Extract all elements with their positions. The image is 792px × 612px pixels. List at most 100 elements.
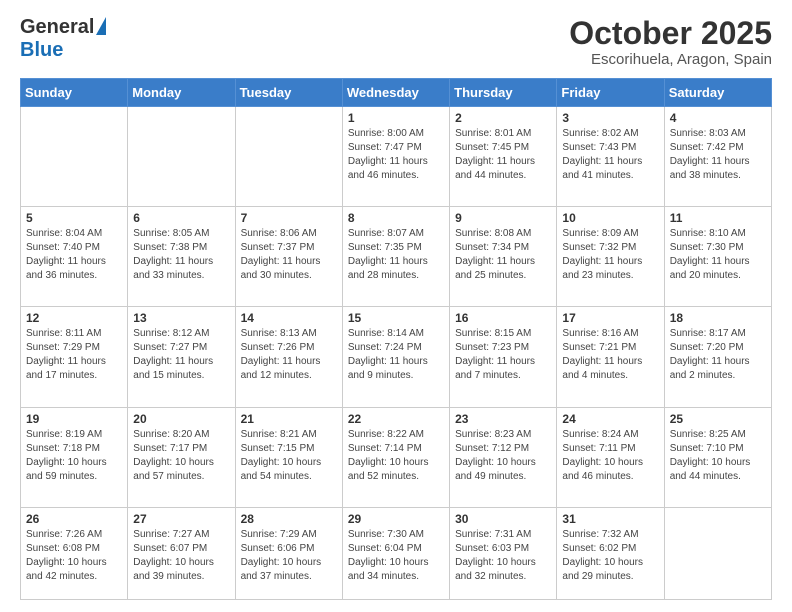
calendar-cell-5-5: 30 Sunrise: 7:31 AM Sunset: 6:03 PM Dayli… — [450, 507, 557, 599]
day-number: 23 — [455, 412, 551, 426]
day-info: Sunrise: 7:32 AM Sunset: 6:02 PM Dayligh… — [562, 528, 658, 584]
calendar-cell-1-1 — [21, 107, 128, 207]
day-info: Sunrise: 8:21 AM Sunset: 7:15 PM Dayligh… — [241, 428, 337, 484]
week-row-4: 19Sunrise: 8:19 AM Sunset: 7:18 PM Dayli… — [21, 407, 772, 507]
day-info: Sunrise: 8:20 AM Sunset: 7:17 PM Dayligh… — [133, 428, 229, 484]
day-number: 19 — [26, 412, 122, 426]
day-number: 11 — [670, 211, 766, 225]
day-info: Sunrise: 8:15 AM Sunset: 7:23 PM Dayligh… — [455, 327, 551, 383]
day-number: 21 — [241, 412, 337, 426]
calendar-cell-4-4: 22 Sunrise: 8:22 AM Sunset: 7:14 PM Dayli… — [342, 407, 449, 507]
day-info: Sunrise: 8:11 AM Sunset: 7:29 PM Dayligh… — [26, 327, 122, 383]
day-info: Sunrise: 8:17 AM Sunset: 7:20 PM Dayligh… — [670, 327, 766, 383]
title-area: October 2025 Escorihuela, Aragon, Spain — [569, 16, 772, 68]
day-header-friday: Friday — [557, 79, 664, 107]
day-number: 17 — [562, 311, 658, 325]
day-header-sunday: Sunday — [21, 79, 128, 107]
calendar-cell-5-7 — [664, 507, 771, 599]
day-info: Sunrise: 8:01 AM Sunset: 7:45 PM Dayligh… — [455, 127, 551, 183]
calendar-cell-2-5: 9 Sunrise: 8:08 AM Sunset: 7:34 PM Daylig… — [450, 207, 557, 307]
calendar-cell-1-2 — [128, 107, 235, 207]
week-row-3: 12Sunrise: 8:11 AM Sunset: 7:29 PM Dayli… — [21, 307, 772, 407]
day-info: Sunrise: 8:03 AM Sunset: 7:42 PM Dayligh… — [670, 127, 766, 183]
calendar-cell-3-4: 15Sunrise: 8:14 AM Sunset: 7:24 PM Dayli… — [342, 307, 449, 407]
calendar-cell-2-7: 11 Sunrise: 8:10 AM Sunset: 7:30 PM Dayli… — [664, 207, 771, 307]
day-info: Sunrise: 8:14 AM Sunset: 7:24 PM Dayligh… — [348, 327, 444, 383]
day-info: Sunrise: 8:23 AM Sunset: 7:12 PM Dayligh… — [455, 428, 551, 484]
day-number: 24 — [562, 412, 658, 426]
day-number: 5 — [26, 211, 122, 225]
day-info: Sunrise: 7:30 AM Sunset: 6:04 PM Dayligh… — [348, 528, 444, 584]
location: Escorihuela, Aragon, Spain — [569, 51, 772, 68]
logo-general: General — [20, 16, 94, 39]
calendar-cell-3-6: 17 Sunrise: 8:16 AM Sunset: 7:21 PM Dayli… — [557, 307, 664, 407]
day-number: 14 — [241, 311, 337, 325]
logo: General Blue — [20, 16, 106, 62]
day-number: 30 — [455, 512, 551, 526]
month-title: October 2025 — [569, 16, 772, 51]
day-number: 22 — [348, 412, 444, 426]
calendar-cell-2-2: 6Sunrise: 8:05 AM Sunset: 7:38 PM Daylig… — [128, 207, 235, 307]
day-header-monday: Monday — [128, 79, 235, 107]
calendar-cell-2-4: 8Sunrise: 8:07 AM Sunset: 7:35 PM Daylig… — [342, 207, 449, 307]
day-info: Sunrise: 8:16 AM Sunset: 7:21 PM Dayligh… — [562, 327, 658, 383]
day-header-thursday: Thursday — [450, 79, 557, 107]
day-header-wednesday: Wednesday — [342, 79, 449, 107]
day-number: 9 — [455, 211, 551, 225]
calendar-cell-3-2: 13 Sunrise: 8:12 AM Sunset: 7:27 PM Dayli… — [128, 307, 235, 407]
calendar-cell-1-5: 2Sunrise: 8:01 AM Sunset: 7:45 PM Daylig… — [450, 107, 557, 207]
day-number: 10 — [562, 211, 658, 225]
day-number: 4 — [670, 111, 766, 125]
page: General Blue October 2025 Escorihuela, A… — [0, 0, 792, 612]
calendar-cell-4-1: 19Sunrise: 8:19 AM Sunset: 7:18 PM Dayli… — [21, 407, 128, 507]
calendar-cell-5-1: 26 Sunrise: 7:26 AM Sunset: 6:08 PM Dayli… — [21, 507, 128, 599]
calendar-cell-4-6: 24 Sunrise: 8:24 AM Sunset: 7:11 PM Dayli… — [557, 407, 664, 507]
calendar-cell-3-5: 16Sunrise: 8:15 AM Sunset: 7:23 PM Dayli… — [450, 307, 557, 407]
day-info: Sunrise: 8:10 AM Sunset: 7:30 PM Dayligh… — [670, 227, 766, 283]
calendar-cell-1-7: 4 Sunrise: 8:03 AM Sunset: 7:42 PM Daylig… — [664, 107, 771, 207]
calendar-cell-5-2: 27Sunrise: 7:27 AM Sunset: 6:07 PM Dayli… — [128, 507, 235, 599]
day-number: 7 — [241, 211, 337, 225]
day-info: Sunrise: 8:05 AM Sunset: 7:38 PM Dayligh… — [133, 227, 229, 283]
day-number: 18 — [670, 311, 766, 325]
day-number: 29 — [348, 512, 444, 526]
header: General Blue October 2025 Escorihuela, A… — [20, 16, 772, 68]
calendar-cell-5-3: 28 Sunrise: 7:29 AM Sunset: 6:06 PM Dayli… — [235, 507, 342, 599]
day-info: Sunrise: 8:02 AM Sunset: 7:43 PM Dayligh… — [562, 127, 658, 183]
day-info: Sunrise: 7:31 AM Sunset: 6:03 PM Dayligh… — [455, 528, 551, 584]
day-info: Sunrise: 7:26 AM Sunset: 6:08 PM Dayligh… — [26, 528, 122, 584]
calendar-header-row: SundayMondayTuesdayWednesdayThursdayFrid… — [21, 79, 772, 107]
day-info: Sunrise: 8:22 AM Sunset: 7:14 PM Dayligh… — [348, 428, 444, 484]
calendar-table: SundayMondayTuesdayWednesdayThursdayFrid… — [20, 78, 772, 600]
day-number: 20 — [133, 412, 229, 426]
week-row-1: 1 Sunrise: 8:00 AM Sunset: 7:47 PM Daylig… — [21, 107, 772, 207]
day-header-saturday: Saturday — [664, 79, 771, 107]
calendar-cell-4-5: 23 Sunrise: 8:23 AM Sunset: 7:12 PM Dayli… — [450, 407, 557, 507]
week-row-2: 5 Sunrise: 8:04 AM Sunset: 7:40 PM Daylig… — [21, 207, 772, 307]
calendar-cell-4-7: 25 Sunrise: 8:25 AM Sunset: 7:10 PM Dayli… — [664, 407, 771, 507]
day-number: 25 — [670, 412, 766, 426]
day-number: 1 — [348, 111, 444, 125]
day-info: Sunrise: 8:25 AM Sunset: 7:10 PM Dayligh… — [670, 428, 766, 484]
day-info: Sunrise: 8:24 AM Sunset: 7:11 PM Dayligh… — [562, 428, 658, 484]
day-info: Sunrise: 8:13 AM Sunset: 7:26 PM Dayligh… — [241, 327, 337, 383]
day-header-tuesday: Tuesday — [235, 79, 342, 107]
day-info: Sunrise: 8:08 AM Sunset: 7:34 PM Dayligh… — [455, 227, 551, 283]
calendar-cell-5-6: 31Sunrise: 7:32 AM Sunset: 6:02 PM Dayli… — [557, 507, 664, 599]
calendar-cell-2-1: 5 Sunrise: 8:04 AM Sunset: 7:40 PM Daylig… — [21, 207, 128, 307]
day-info: Sunrise: 8:12 AM Sunset: 7:27 PM Dayligh… — [133, 327, 229, 383]
day-number: 26 — [26, 512, 122, 526]
day-info: Sunrise: 8:06 AM Sunset: 7:37 PM Dayligh… — [241, 227, 337, 283]
calendar-cell-1-4: 1 Sunrise: 8:00 AM Sunset: 7:47 PM Daylig… — [342, 107, 449, 207]
day-info: Sunrise: 8:00 AM Sunset: 7:47 PM Dayligh… — [348, 127, 444, 183]
day-info: Sunrise: 7:29 AM Sunset: 6:06 PM Dayligh… — [241, 528, 337, 584]
day-number: 8 — [348, 211, 444, 225]
day-number: 28 — [241, 512, 337, 526]
day-number: 3 — [562, 111, 658, 125]
logo-triangle-icon — [96, 17, 106, 35]
day-info: Sunrise: 8:04 AM Sunset: 7:40 PM Dayligh… — [26, 227, 122, 283]
day-info: Sunrise: 8:09 AM Sunset: 7:32 PM Dayligh… — [562, 227, 658, 283]
day-number: 13 — [133, 311, 229, 325]
calendar-cell-1-3 — [235, 107, 342, 207]
calendar-cell-2-3: 7 Sunrise: 8:06 AM Sunset: 7:37 PM Daylig… — [235, 207, 342, 307]
